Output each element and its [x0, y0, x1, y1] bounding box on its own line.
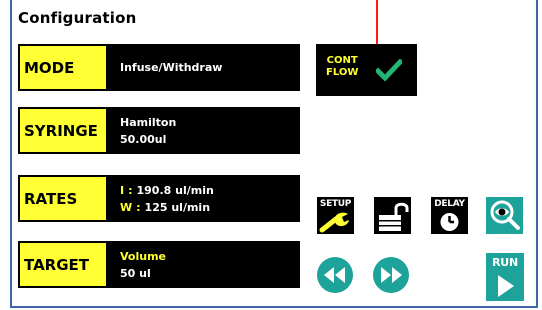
cont-flow-toggle[interactable]: CONT FLOW	[316, 44, 417, 96]
infuse-rate-prefix: I	[120, 183, 125, 197]
setup-button[interactable]: SETUP	[317, 197, 354, 234]
infuse-rate-value: 190.8 ul/min	[136, 183, 214, 197]
syringe-label: SYRINGE	[20, 109, 106, 152]
infuse-rate-sep: :	[128, 183, 133, 197]
view-button[interactable]	[486, 197, 523, 234]
infuse-rate-row: I : 190.8 ul/min	[120, 184, 298, 197]
withdraw-rate-sep: :	[136, 200, 141, 214]
syringe-button[interactable]: SYRINGE Hamilton 50.00ul	[18, 107, 300, 154]
cont-flow-line1: CONT	[326, 55, 358, 66]
mode-button[interactable]: MODE Infuse/Withdraw	[18, 44, 300, 91]
cont-flow-line2: FLOW	[326, 67, 359, 78]
clock-icon	[440, 213, 459, 231]
syringe-brand: Hamilton	[120, 115, 177, 129]
target-label: TARGET	[20, 243, 106, 286]
delay-button[interactable]: DELAY	[431, 197, 468, 234]
unlocked-padlock-icon	[379, 202, 409, 231]
fast-forward-icon	[373, 257, 409, 293]
checkmark-icon	[376, 59, 402, 81]
withdraw-rate-prefix: W	[120, 200, 133, 214]
lock-button[interactable]	[374, 197, 411, 234]
target-amount: 50 ul	[120, 266, 151, 280]
run-button[interactable]: RUN	[486, 253, 524, 301]
target-button[interactable]: TARGET Volume 50 ul	[18, 241, 300, 288]
mode-value: Infuse/Withdraw	[120, 61, 223, 74]
rewind-icon	[317, 257, 353, 293]
rates-button[interactable]: RATES I : 190.8 ul/min W : 125 ul/min	[18, 175, 300, 222]
syringe-volume: 50.00ul	[120, 132, 167, 146]
play-icon	[498, 275, 514, 297]
target-type: Volume	[120, 249, 166, 263]
page-title: Configuration	[18, 9, 137, 27]
rewind-button[interactable]	[316, 256, 354, 294]
magnifier-eye-icon	[490, 200, 520, 230]
rates-label: RATES	[20, 177, 106, 220]
withdraw-rate-row: W : 125 ul/min	[120, 201, 298, 214]
wrench-icon	[319, 212, 349, 233]
mode-label: MODE	[20, 46, 106, 89]
withdraw-rate-value: 125 ul/min	[144, 200, 211, 214]
fast-forward-button[interactable]	[372, 256, 410, 294]
